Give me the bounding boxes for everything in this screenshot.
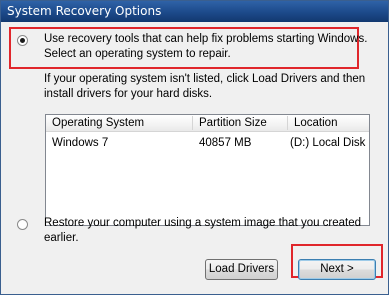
option2-label[interactable]: Restore your computer using a system ima… — [44, 216, 361, 246]
option1-radio[interactable] — [17, 35, 28, 46]
option1-label[interactable]: Use recovery tools that can help fix pro… — [44, 32, 367, 62]
info-text-line1: If your operating system isn't listed, c… — [44, 73, 366, 85]
column-header-partition-size[interactable]: Partition Size — [193, 115, 287, 131]
option1-radio-dot — [20, 38, 25, 43]
operating-system-list[interactable]: Operating System Partition Size Location… — [45, 114, 370, 226]
system-recovery-options-window: System Recovery Options Use recovery too… — [0, 0, 389, 295]
row-partition-size: 40857 MB — [199, 137, 252, 149]
load-drivers-button[interactable]: Load Drivers — [205, 259, 278, 280]
dialog-body: Use recovery tools that can help fix pro… — [1, 22, 388, 294]
column-header-location[interactable]: Location — [288, 115, 369, 131]
list-header: Operating System Partition Size Location — [46, 115, 369, 132]
option2-label-line1: Restore your computer using a system ima… — [44, 217, 362, 229]
row-operating-system: Windows 7 — [52, 137, 109, 149]
column-header-operating-system[interactable]: Operating System — [46, 115, 192, 131]
option1-label-line2: Select an operating system to repair. — [44, 48, 231, 60]
option2-radio[interactable] — [17, 219, 28, 230]
info-text: If your operating system isn't listed, c… — [44, 72, 365, 102]
window-title: System Recovery Options — [7, 4, 162, 18]
option1-label-line1: Use recovery tools that can help fix pro… — [44, 33, 368, 45]
next-button[interactable]: Next > — [298, 259, 376, 280]
info-text-line2: install drivers for your hard disks. — [44, 88, 213, 100]
title-bar[interactable]: System Recovery Options — [1, 1, 388, 22]
row-location: (D:) Local Disk — [290, 137, 366, 149]
